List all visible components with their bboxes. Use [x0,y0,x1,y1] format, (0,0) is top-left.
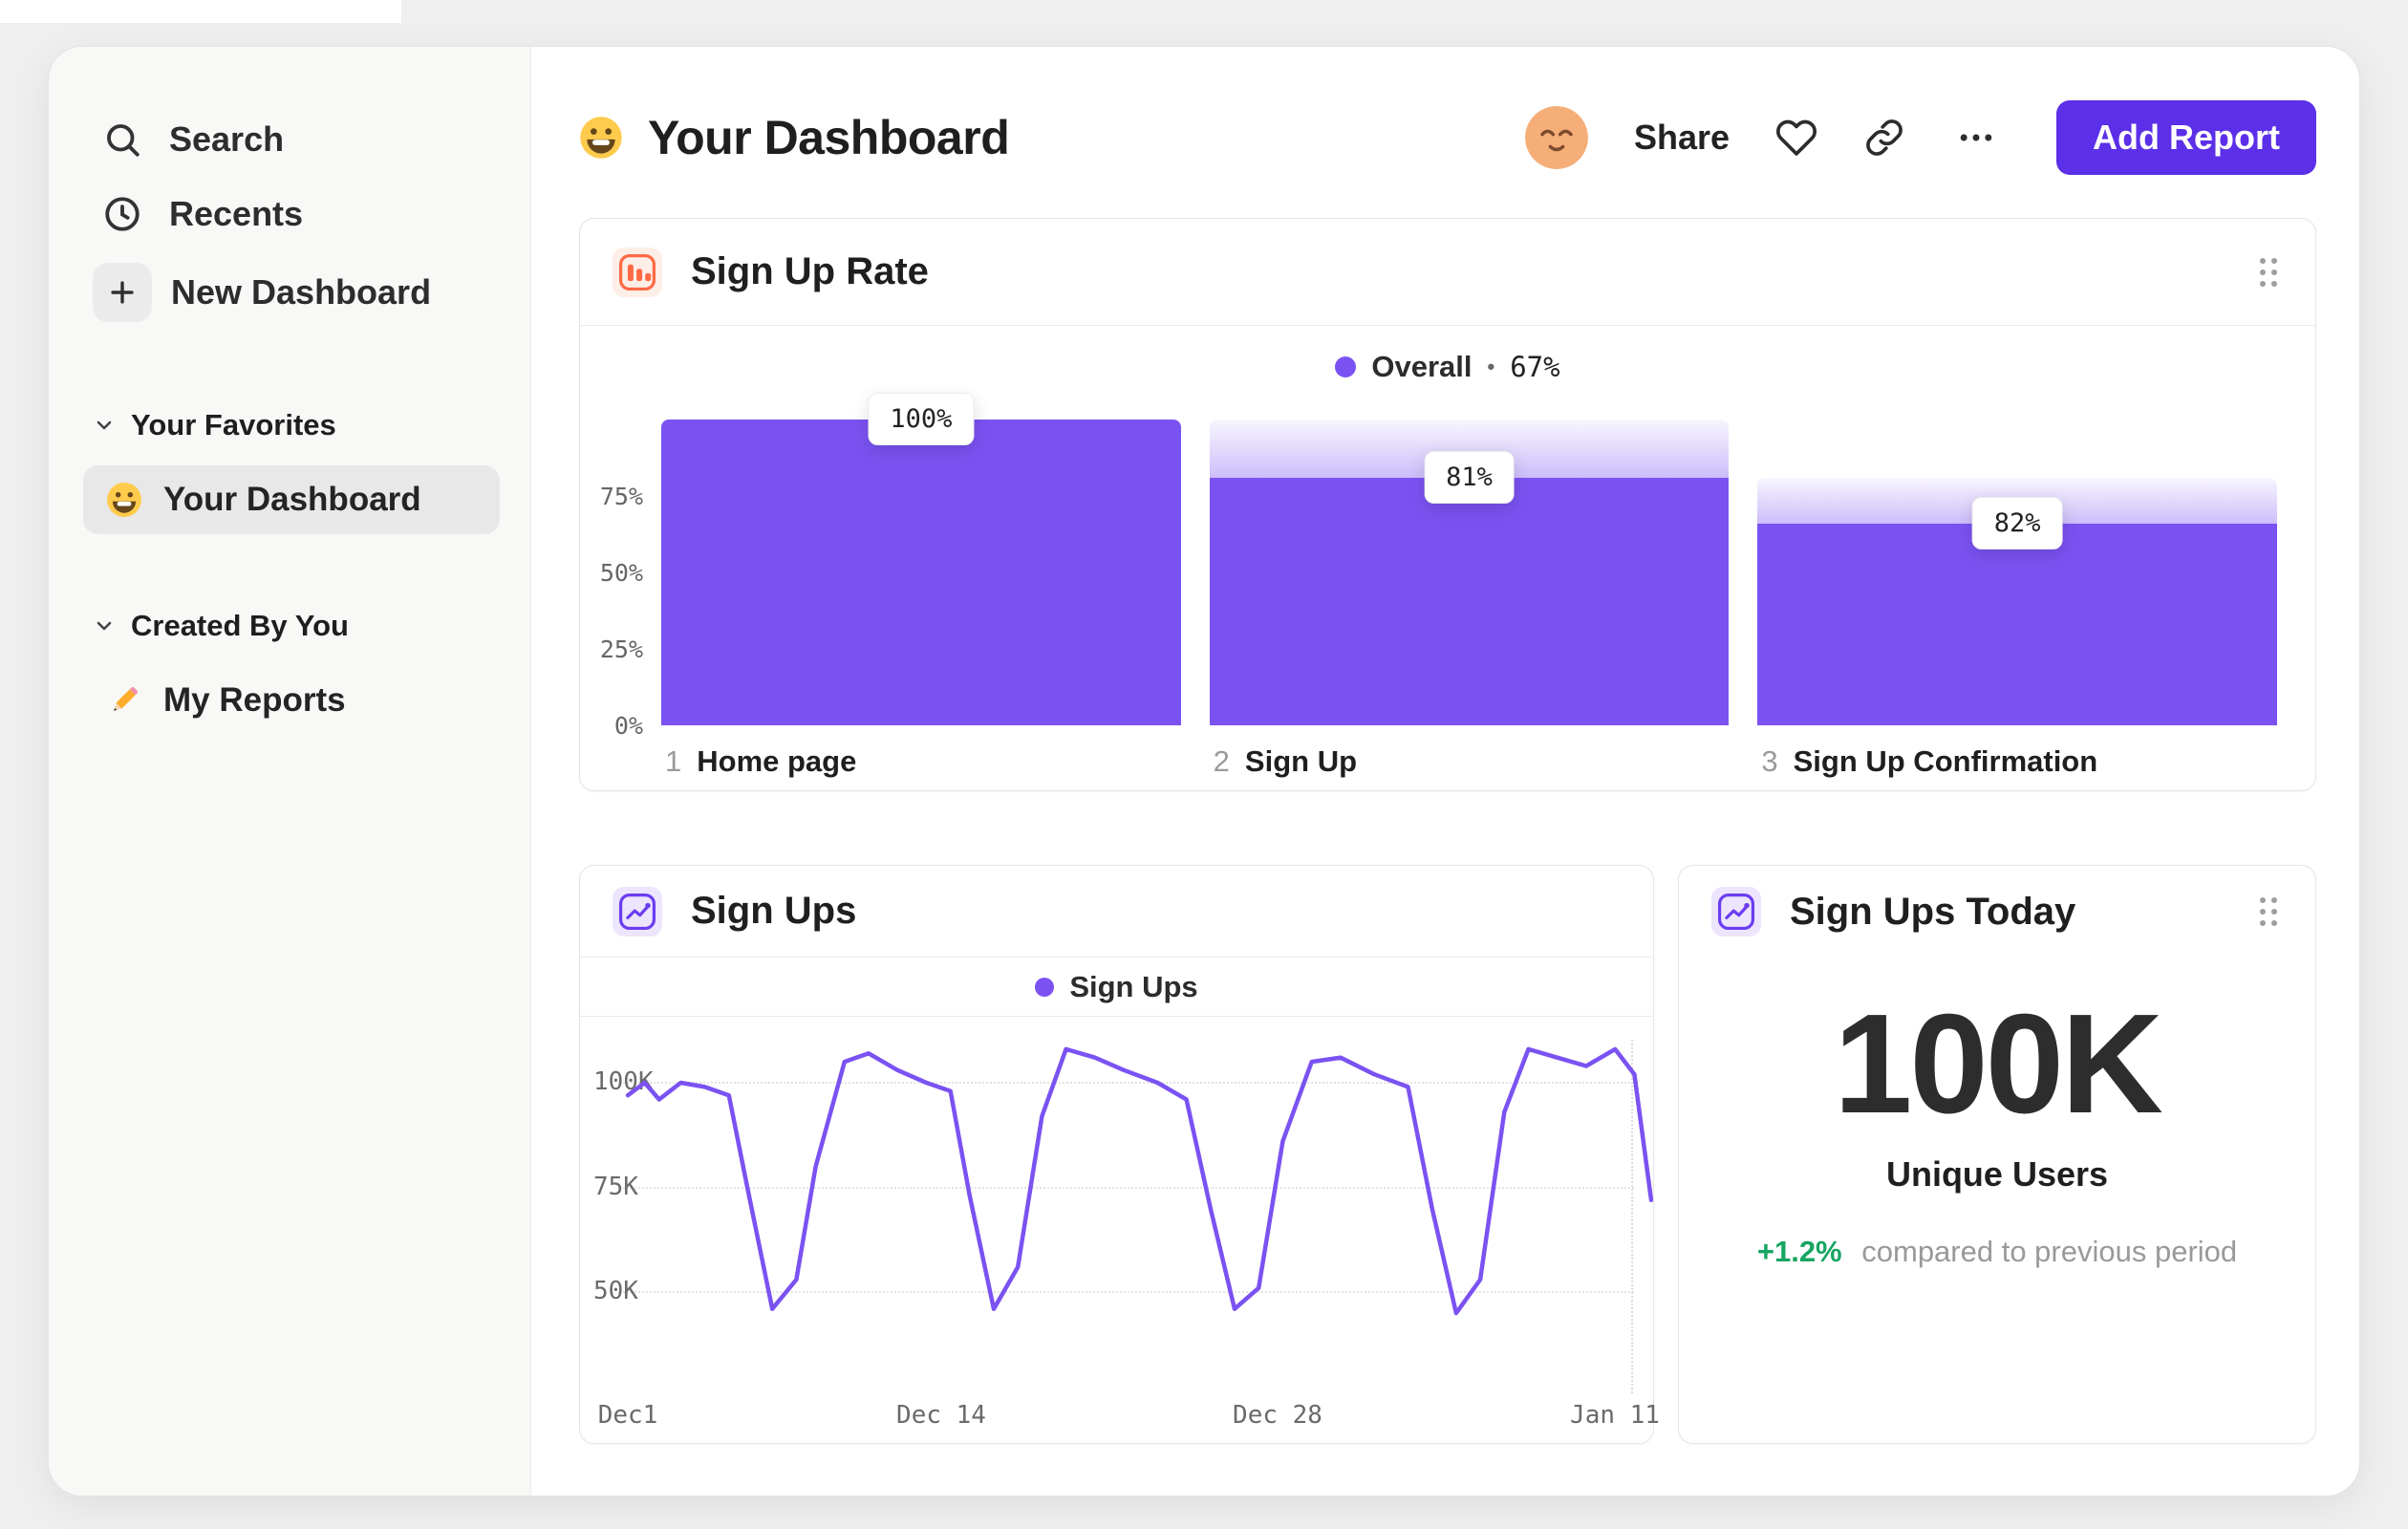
favorite-heart-button[interactable] [1775,117,1817,159]
funnel-bar-sign-up[interactable]: 81% [1209,408,1730,725]
sign-ups-card-header: Sign Ups [580,866,1653,958]
window-top-strip [0,0,401,23]
page-title: Your Dashboard [648,111,1010,164]
sidebar-item-your-dashboard[interactable]: Your Dashboard [83,465,500,534]
add-report-button[interactable]: Add Report [2056,100,2316,175]
x-axis-label: Dec 28 [1233,1401,1322,1430]
line-chart-icon [613,886,662,937]
x-axis-label: Dec1 [597,1401,658,1430]
sidebar-item-search[interactable]: Search [83,102,500,177]
grinning-emoji-icon [106,482,142,518]
sign-ups-legend: Sign Ups [580,958,1653,1017]
sidebar: Search Recents New Dashboard Your Favori… [49,47,531,1496]
line-chart-icon [1711,887,1761,937]
drag-handle[interactable] [2254,892,2283,932]
bar-step-label: 3 Sign Up Confirmation [1761,744,2098,778]
bar-step-label: 1 Home page [665,744,857,778]
chevron-down-icon [93,614,116,637]
drag-handle[interactable] [2254,252,2283,292]
sign-ups-chart[interactable]: 100K 75K 50K Dec1 Dec 14 Dec 28 Jan 11 [580,1017,1660,1443]
avatar-face-icon [1525,106,1588,169]
sign-up-rate-card: Sign Up Rate Overall • 67% 75% 50% 25% 0… [579,218,2316,791]
metric-delta-row: +1.2% compared to previous period [1679,1235,2315,1269]
bar-fill [1757,523,2278,725]
chevron-down-icon [93,414,116,437]
metric-delta: +1.2% [1756,1235,1842,1268]
x-axis-label: Jan 11 [1570,1401,1660,1430]
funnel-legend: Overall • 67% [580,326,2315,408]
ellipsis-icon [1961,135,1992,141]
funnel-bar-sign-up-confirmation[interactable]: 82% [1757,408,2278,725]
dashboard-emoji-icon [579,116,623,160]
funnel-bar-home-page[interactable]: 100% [661,393,1181,725]
bar-value-label: 82% [1971,496,2063,549]
search-icon [102,119,142,160]
sign-ups-today-title: Sign Ups Today [1790,890,2076,933]
legend-dot [1335,356,1357,377]
favorites-section-title: Your Favorites [131,408,336,441]
sidebar-new-dashboard-label: New Dashboard [171,272,432,312]
funnel-card-header: Sign Up Rate [580,219,2315,326]
heart-icon [1778,121,1815,153]
sidebar-item-new-dashboard[interactable]: New Dashboard [83,251,500,334]
created-by-you-section-title: Created By You [131,609,349,642]
bar-value-label: 81% [1424,450,1515,504]
more-options-button[interactable] [1951,117,2001,159]
sign-ups-card-title: Sign Ups [691,890,857,932]
legend-separator: • [1487,355,1495,378]
metric-subtitle: Unique Users [1885,1154,2109,1194]
funnel-chart-icon [613,247,662,297]
metric-delta-note: compared to previous period [1861,1235,2238,1268]
clock-icon [102,194,142,234]
dashboard-header: Your Dashboard Share Add Report [579,99,2316,176]
link-icon [1868,121,1901,154]
share-button[interactable]: Share [1634,118,1730,158]
sidebar-item-my-reports[interactable]: My Reports [83,666,500,735]
bar-step-label: 2 Sign Up [1213,744,1358,778]
sign-ups-legend-label: Sign Ups [1069,969,1198,1003]
my-reports-label: My Reports [163,681,346,719]
created-by-you-section-header[interactable]: Created By You [83,601,500,651]
funnel-legend-label: Overall [1371,350,1473,383]
line-series-plot [625,1046,1653,1316]
sign-ups-today-card: Sign Ups Today 100K Unique Users +1.2% c… [1678,865,2316,1444]
favorites-section-header[interactable]: Your Favorites [83,400,500,450]
copy-link-button[interactable] [1863,117,1905,159]
main-content: Your Dashboard Share Add Report Sign Up … [531,47,2359,1496]
bar-fill [661,420,1181,725]
funnel-step-labels: 1 Home page 2 Sign Up 3 Sign Up Confirma… [661,744,2277,779]
sign-ups-today-header: Sign Ups Today [1679,866,2315,958]
legend-dot [1035,977,1055,997]
favorite-dashboard-label: Your Dashboard [163,481,421,518]
sidebar-recents-label: Recents [169,194,304,233]
x-axis-label: Dec 14 [896,1401,986,1430]
bar-fill [1209,477,1730,725]
sign-ups-line-series [625,1046,1653,1316]
user-avatar[interactable] [1525,106,1588,169]
sign-ups-card: Sign Ups Sign Ups 100K 75K 50K Dec1 Dec … [579,865,1660,1444]
sidebar-search-label: Search [169,119,285,159]
bar-value-label: 100% [868,393,975,445]
y-axis-label: 50% [599,559,643,587]
y-axis-label: 25% [599,635,643,663]
app-window: Search Recents New Dashboard Your Favori… [48,46,2360,1497]
plus-icon [93,263,152,322]
funnel-chart: 75% 50% 25% 0% 100% 81% 82% 1 Home page … [580,393,2315,790]
y-axis-label: 75% [599,483,643,510]
funnel-legend-value: 67% [1510,351,1560,383]
funnel-card-title: Sign Up Rate [691,250,929,292]
metric-value: 100K [1834,985,2163,1143]
funnel-bars-area: 100% 81% 82% [661,393,2278,725]
pencil-emoji-icon [106,682,142,719]
y-axis-label: 0% [613,712,643,740]
sidebar-item-recents[interactable]: Recents [83,177,500,251]
